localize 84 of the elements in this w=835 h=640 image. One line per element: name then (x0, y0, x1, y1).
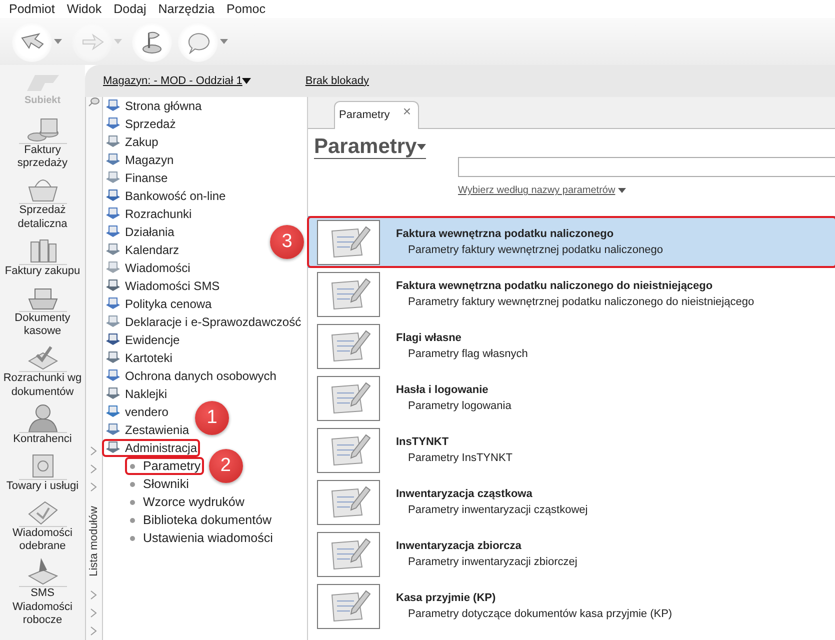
shortcut-button[interactable]: SMS Wiadomości robocze (0, 557, 85, 627)
shortcut-button[interactable]: Wiadomości odebrane (0, 497, 85, 554)
row-description: Parametry inwentaryzacji cząstkowej (407, 503, 588, 518)
row-description: Parametry InsTYNKT (407, 451, 513, 466)
row-description: Parametry faktury wewnętrznej podatku naliczonego (407, 243, 663, 258)
module-item[interactable]: Ewidencje (103, 331, 182, 349)
submodule-item[interactable]: Biblioteka dokumentów (126, 511, 274, 529)
module-item[interactable]: vendero (103, 403, 170, 421)
submodule-item[interactable]: Słowniki (126, 475, 191, 493)
bullet-icon (130, 536, 135, 540)
module-item[interactable]: Strona główna (103, 97, 204, 115)
module-item[interactable]: Zestawienia (103, 421, 192, 439)
caret-icon (114, 38, 122, 44)
module-item[interactable]: Rozrachunki (103, 205, 194, 223)
bullet-icon (130, 518, 135, 522)
module-item[interactable]: Wiadomości SMS (103, 277, 222, 295)
menu-item[interactable]: Pomoc (220, 0, 272, 18)
submodule-item[interactable]: Ustawienia wiadomości (126, 529, 275, 547)
parameter-row[interactable]: Inwentaryzacja zbiorcza Parametry inwentaryzacji zbiorczej (308, 528, 835, 580)
dropdown-caret-icon (618, 188, 626, 194)
menu-item[interactable]: Podmiot (3, 0, 61, 18)
row-description: Parametry inwentaryzacji zbiorczej (407, 555, 578, 570)
shortcut-button[interactable]: Faktury sprzedaży (0, 114, 85, 170)
module-item[interactable]: Kalendarz (103, 241, 182, 259)
menu-item[interactable]: Narzędzia (152, 0, 221, 18)
module-item[interactable]: Polityka cenowa (103, 295, 214, 313)
shortcut-button[interactable]: Dokumenty kasowe (0, 282, 85, 338)
module-item[interactable]: Działania (103, 223, 176, 241)
module-item[interactable]: Magazyn (103, 151, 176, 169)
shortcut-button[interactable]: Towary i usługi (0, 450, 85, 494)
menu-item[interactable]: Widok (60, 0, 108, 18)
bullet-icon (130, 482, 135, 486)
row-title: InsTYNKT (396, 434, 450, 450)
page-title[interactable]: Parametry (314, 135, 426, 160)
parameter-row[interactable]: Hasła i logowanie Parametry logowania (308, 372, 835, 424)
caret-icon (220, 38, 228, 44)
parameter-row[interactable]: Faktura wewnętrzna podatku naliczonego do nieistniejącego Parametry faktury wewnętrznej podatku naliczonego do nieistniejącego (308, 268, 835, 320)
row-title: Hasła i logowanie (396, 382, 490, 398)
module-item[interactable]: Sprzedaż (103, 115, 178, 133)
submodule-item[interactable]: Parametry (126, 457, 203, 475)
logo-text: Subiekt (24, 94, 61, 108)
pin-icon (88, 97, 100, 107)
search-field[interactable] (458, 157, 835, 178)
row-description: Parametry logowania (407, 399, 512, 414)
module-item[interactable]: Zakup (103, 133, 160, 151)
shortcut-button[interactable]: Faktury zakupu (0, 234, 85, 278)
module-item[interactable]: Administracja (103, 439, 200, 457)
filter-dropdown[interactable]: Wybierz według nazwy parametrów (458, 183, 626, 198)
parameter-row[interactable]: Kasa przyjmie (KP) Parametry dotyczące dokumentów kasa przyjmie (KP) (308, 580, 835, 632)
dropdown-caret-icon (242, 78, 252, 84)
parameter-row[interactable]: Inwentaryzacja cząstkowa Parametry inwentaryzacji cząstkowej (308, 476, 835, 528)
close-button[interactable]: × (402, 101, 411, 122)
submodule-item[interactable]: Wzorce wydruków (126, 493, 246, 511)
shortcut-button[interactable]: Rozrachunki wg dokumentów (0, 342, 85, 399)
parameter-row[interactable]: Flagi własne Parametry flag własnych (308, 320, 835, 372)
row-title: Flagi własne (396, 330, 462, 346)
row-title: Inwentaryzacja cząstkowa (396, 486, 534, 502)
module-item[interactable]: Kartoteki (103, 349, 174, 367)
module-item[interactable]: Finanse (103, 169, 170, 187)
warehouse-link[interactable]: Magazyn: - MOD - Oddział 1 (103, 72, 252, 90)
row-description: Parametry faktury wewnętrznej podatku naliczonego do nieistniejącego (407, 295, 754, 310)
module-item[interactable]: Naklejki (103, 385, 170, 403)
menu-item[interactable]: Dodaj (108, 0, 152, 18)
module-item[interactable]: Wiadomości (103, 259, 192, 277)
row-description: Parametry dotyczące dokumentów kasa przyjmie (KP) (407, 607, 672, 622)
row-title: Inwentaryzacja zbiorcza (396, 538, 522, 554)
shortcut-button[interactable]: Sprzedaż detaliczna (0, 174, 85, 231)
row-title: Kasa przyjmie (KP) (396, 590, 497, 606)
tab[interactable]: Parametry × (334, 101, 419, 129)
row-title: Faktura wewnętrzna podatku naliczonego (396, 226, 615, 242)
bullet-icon (130, 500, 135, 504)
module-item[interactable]: Bankowość on-line (103, 187, 228, 205)
parameter-row[interactable]: InsTYNKT Parametry InsTYNKT (308, 424, 835, 476)
module-item[interactable]: Deklaracje i e-Sprawozdawczość (103, 313, 304, 331)
panel-title: Lista modułów (86, 506, 101, 576)
row-title: Faktura wewnętrzna podatku naliczonego do nieistniejącego (396, 278, 714, 294)
module-item[interactable]: Ochrona danych osobowych (103, 367, 278, 385)
lock-link[interactable]: Brak blokady (305, 72, 369, 90)
parameter-row[interactable]: Faktura wewnętrzna podatku naliczonego Parametry faktury wewnętrznej podatku naliczonego (308, 216, 835, 268)
caret-icon (54, 38, 62, 44)
dropdown-caret-icon (416, 144, 426, 150)
row-description: Parametry flag własnych (407, 347, 528, 362)
shortcut-button[interactable]: Kontrahenci (0, 402, 85, 446)
bullet-icon (130, 464, 135, 468)
